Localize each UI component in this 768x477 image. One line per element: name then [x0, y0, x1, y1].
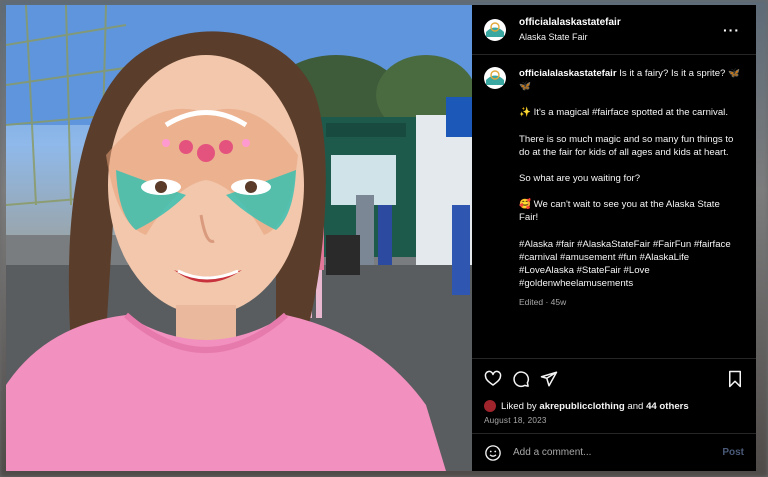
action-bar: [472, 358, 756, 398]
ferris-wheel-logo-icon: [485, 19, 505, 40]
post-header: officialalaskastatefair Alaska State Fai…: [472, 5, 756, 55]
caption-line-1-rest: spotted at the carnival.: [631, 107, 728, 119]
edited-timestamp[interactable]: Edited · 45w: [519, 296, 741, 309]
emoji-icon[interactable]: [484, 444, 502, 462]
comment-icon[interactable]: [512, 370, 530, 388]
bookmark-icon[interactable]: [726, 370, 744, 388]
likes-middle: and: [627, 400, 644, 412]
likes-prefix: Liked by: [501, 400, 537, 412]
liker-username[interactable]: akrepublicclothing: [539, 401, 624, 412]
post-comment-button[interactable]: Post: [722, 447, 744, 458]
ferris-wheel-logo-icon: [485, 68, 505, 88]
liker-avatar[interactable]: [484, 400, 496, 412]
comment-bar: Post: [472, 433, 756, 471]
more-horizontal-icon[interactable]: ···: [723, 22, 744, 38]
header-username[interactable]: officialalaskastatefair: [519, 16, 723, 30]
post-date[interactable]: August 18, 2023: [472, 414, 756, 433]
caption-avatar[interactable]: [484, 67, 506, 89]
caption-line-2: There is so much magic and so many fun t…: [519, 133, 734, 158]
comment-input[interactable]: [511, 446, 723, 459]
heart-icon[interactable]: [484, 370, 502, 388]
post-modal: officialalaskastatefair Alaska State Fai…: [6, 5, 756, 471]
caption-line-4: 🥰 We can't wait to see you at the Alaska…: [519, 199, 720, 224]
paper-plane-icon[interactable]: [540, 370, 558, 388]
caption-line-1: It's a magical: [533, 107, 590, 119]
post-photo[interactable]: [6, 5, 472, 471]
header-location[interactable]: Alaska State Fair: [519, 30, 723, 44]
caption-username[interactable]: officialalaskastatefair: [519, 68, 617, 79]
post-side-panel: officialalaskastatefair Alaska State Fai…: [472, 5, 756, 471]
likes-others-link[interactable]: 44 others: [646, 401, 689, 412]
hashtag-fairface[interactable]: #fairface: [592, 107, 629, 118]
caption-line-3: So what are you waiting for?: [519, 173, 641, 185]
sparkles-emoji: ✨: [519, 107, 531, 119]
caption-area: officialalaskastatefair Is it a fairy? I…: [472, 55, 756, 354]
likes-summary: Liked by akrepublicclothing and 44 other…: [472, 398, 756, 414]
account-avatar[interactable]: [484, 18, 506, 41]
post-caption: officialalaskastatefair Is it a fairy? I…: [519, 67, 741, 354]
caption-hashtags[interactable]: #Alaska #fair #AlaskaStateFair #FairFun …: [519, 238, 741, 291]
photo-illustration: [6, 5, 472, 471]
